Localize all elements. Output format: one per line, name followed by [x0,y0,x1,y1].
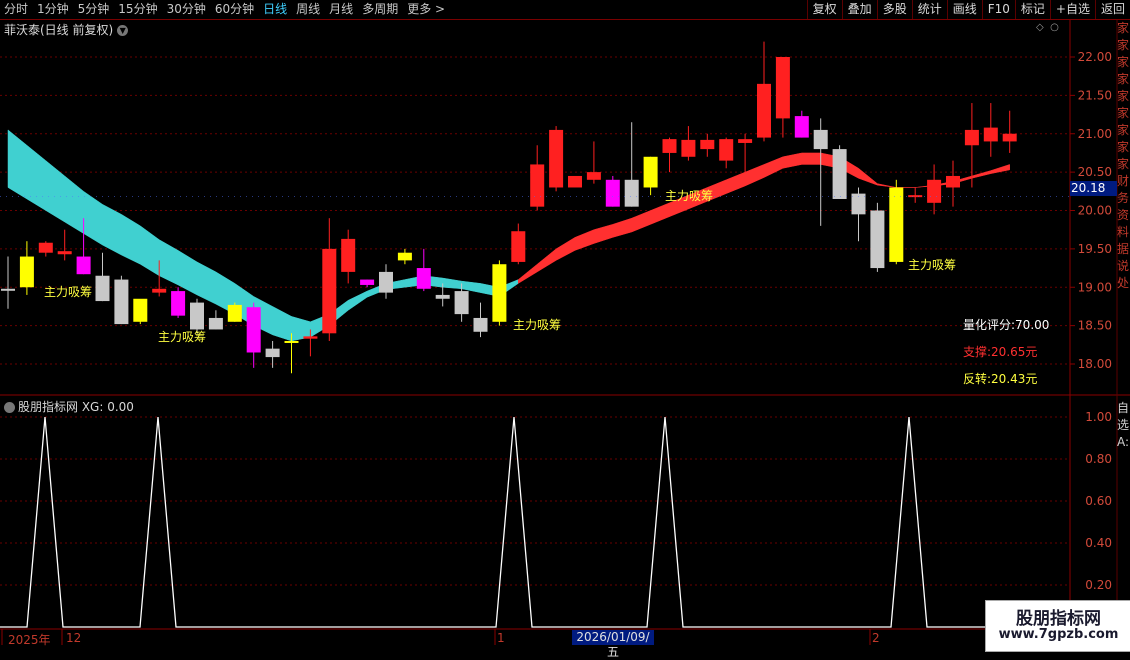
watermark-url: www.7gpzb.com [998,627,1119,642]
candle-body [38,242,53,253]
candle-body [757,83,771,138]
candle-body [341,238,356,272]
candle-body [738,139,753,143]
candle-body [1002,133,1017,142]
candle-body [246,307,261,353]
x-label-month-2: 2 [872,631,880,645]
crosshair-date-label: 2026/01/09/五 [572,630,654,659]
signal-label: 主力吸筹 [44,285,92,299]
candle-body [435,294,450,299]
price-tick-label: 22.00 [1078,50,1112,64]
candle-body [568,175,582,188]
candle-body [813,129,828,150]
candle-body [133,298,148,322]
candle-body [95,275,110,302]
price-tick-label: 18.50 [1078,319,1112,333]
candle-body [624,179,639,207]
price-tick-label: 18.00 [1078,357,1112,371]
circle-icon[interactable]: ○ [1050,22,1059,33]
candle-body [643,156,658,188]
current-price-tag: 20.18 [1070,181,1117,196]
indicator-tick-label: 0.40 [1085,536,1112,550]
candle-body [889,187,904,262]
indicator-title[interactable]: 股朋指标网 XG: 0.00 [4,398,134,415]
candle-body [227,304,242,322]
price-tick-label: 20.50 [1078,165,1112,179]
candle-body [586,172,601,180]
price-tick-label: 19.50 [1078,242,1112,256]
candle-body [265,348,280,358]
candle-body [473,317,488,332]
reversal-label: 反转:20.43元 [963,372,1038,386]
candle-body [322,248,337,334]
candle-body [832,149,847,199]
indicator-title-text: 股朋指标网 XG: 0.00 [18,400,134,414]
price-tick-label: 20.00 [1078,204,1112,218]
candle-body [700,139,715,150]
stock-title-text: 菲沃泰(日线 前复权) [4,23,114,37]
right-side-panel-text-2[interactable]: 自选:A: [1117,400,1130,470]
candle-body [454,291,469,315]
candle-body [908,195,923,198]
candle-body [208,317,223,330]
candle-body [1,288,15,291]
candle-body [662,139,677,153]
candle-body [511,231,526,262]
candle-body [530,164,545,207]
candle-body [114,279,129,325]
candle-body [492,264,507,322]
chevron-down-icon[interactable] [4,402,15,413]
candle-body [964,129,979,146]
score-label: 量化评分:70.00 [963,318,1050,332]
candle-body [549,129,564,188]
indicator-tick-label: 1.00 [1085,410,1112,424]
x-label-month-12: 12 [66,631,82,645]
trend-band-cyan [7,129,519,342]
candle-body [171,291,186,316]
candle-body [870,210,885,269]
right-side-panel-text[interactable]: 家家家家家家家家家财务资料据说处 [1117,20,1130,400]
candle-body [416,268,431,289]
indicator-tick-label: 0.60 [1085,494,1112,508]
candle-body [397,252,412,261]
watermark-logo: 股朋指标网 www.7gpzb.com [985,600,1130,652]
support-label: 支撑:20.65元 [963,345,1038,359]
candle-body [605,179,620,207]
price-tick-label: 19.00 [1078,280,1112,294]
signal-label: 主力吸筹 [513,318,561,332]
price-tick-label: 21.50 [1078,88,1112,102]
candle-body [360,279,375,285]
candle-body [152,288,167,293]
x-label-year: 2025年 [8,633,51,647]
x-label-month-1: 1 [497,631,505,645]
candle-body [303,336,318,339]
xg-indicator-line [0,416,1070,628]
candle-body [284,340,299,343]
candle-body [983,127,998,142]
candle-body [775,57,790,119]
signal-label: 主力吸筹 [665,189,713,203]
candle-body [719,139,734,161]
candle-body [946,175,960,188]
diamond-icon[interactable]: ◇ ○ [1036,22,1059,33]
chevron-down-icon[interactable]: ▼ [117,25,129,36]
candle-body [927,179,942,203]
candle-body [76,256,91,275]
watermark-title: 股朋指标网 [1016,609,1101,629]
indicator-tick-label: 0.20 [1085,578,1112,592]
candle-body [190,302,204,330]
candle-body [379,271,393,293]
signal-label: 主力吸筹 [908,258,956,272]
candle-body [57,251,72,255]
candle-body [794,116,809,138]
indicator-tick-label: 0.80 [1085,452,1112,466]
price-tick-label: 21.00 [1078,127,1112,141]
signal-label: 主力吸筹 [158,330,206,344]
candle-body [19,256,34,288]
stock-title[interactable]: 菲沃泰(日线 前复权) ▼ [4,21,129,38]
candlestick-chart[interactable]: 22.0021.5021.0020.5020.0019.5019.0018.50… [0,0,1130,650]
candle-body [681,139,696,157]
